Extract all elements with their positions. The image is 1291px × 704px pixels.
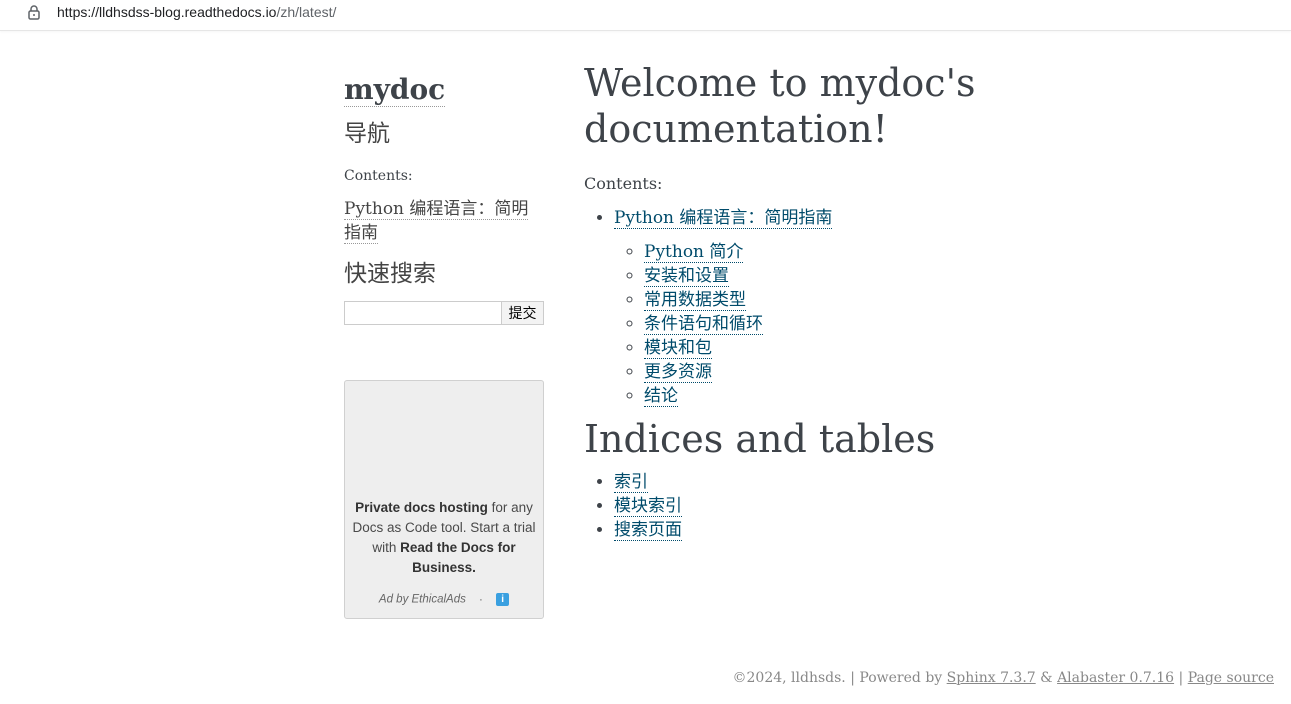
address-bar[interactable]: https://lldhsdss-blog.readthedocs.io/zh/…	[0, 0, 1291, 31]
footer-sep-powered: | Powered by	[845, 670, 947, 686]
ethicalads-box[interactable]: Private docs hosting for any Docs as Cod…	[344, 380, 544, 619]
indices-item: 索引	[614, 470, 1224, 494]
ad-footer: Ad by EthicalAds · i	[345, 593, 543, 606]
toc-link-conditionals-loops[interactable]: 条件语句和循环	[644, 314, 763, 335]
search-input[interactable]	[344, 301, 502, 325]
indices-heading: Indices and tables	[584, 417, 936, 461]
search-form: 提交	[344, 301, 544, 325]
toc-subitem: 条件语句和循环	[644, 312, 1224, 336]
search-submit-button[interactable]: 提交	[502, 301, 544, 325]
search-page-link[interactable]: 搜索页面	[614, 520, 682, 541]
toc-link-data-types[interactable]: 常用数据类型	[644, 290, 746, 311]
sidebar: mydoc 导航 Contents: Python 编程语言：简明指南 快速搜索…	[344, 72, 544, 325]
toc-subitem: 安装和设置	[644, 264, 1224, 288]
url-path: /zh/latest/	[276, 4, 337, 20]
footer-amp: &	[1035, 670, 1058, 686]
sidebar-contents-caption: Contents:	[344, 168, 413, 184]
ad-by-link[interactable]: Ad by EthicalAds	[379, 594, 466, 606]
lock-icon[interactable]	[27, 4, 41, 20]
toc-link-python-intro[interactable]: Python 简介	[644, 242, 744, 263]
ad-text[interactable]: Private docs hosting for any Docs as Cod…	[351, 498, 537, 578]
search-heading: 快速搜索	[344, 261, 436, 287]
toc-subitem: Python 简介	[644, 240, 1224, 264]
alabaster-link[interactable]: Alabaster 0.7.16	[1057, 670, 1174, 686]
toc-link-modules-packages[interactable]: 模块和包	[644, 338, 712, 359]
footer-copyright: ©2024, lldhsds.	[732, 670, 846, 686]
url-host: https://lldhsdss-blog.readthedocs.io	[57, 4, 277, 20]
sidebar-nav-link[interactable]: Python 编程语言：简明指南	[344, 197, 544, 245]
ad-bold-2: Read the Docs for Business.	[400, 540, 516, 575]
contents-caption: Contents:	[584, 174, 663, 193]
toc-subitem: 结论	[644, 384, 1224, 408]
site-logo-link[interactable]: mydoc	[344, 74, 446, 107]
footer-sep: |	[1174, 670, 1188, 686]
footer: ©2024, lldhsds. | Powered by Sphinx 7.3.…	[733, 670, 1274, 686]
toc-subitem: 模块和包	[644, 336, 1224, 360]
indices-item: 模块索引	[614, 494, 1224, 518]
toc-link-python-guide[interactable]: Python 编程语言：简明指南	[614, 208, 833, 229]
indices-item: 搜索页面	[614, 518, 1224, 542]
indices-list: 索引 模块索引 搜索页面	[584, 470, 1224, 542]
ad-separator: ·	[479, 593, 483, 606]
toc-subitem: 更多资源	[644, 360, 1224, 384]
sidebar-nav-link-label: Python 编程语言：简明指南	[344, 199, 529, 244]
info-icon[interactable]: i	[496, 593, 510, 606]
toc-link-install-setup[interactable]: 安装和设置	[644, 266, 729, 287]
toc-list: Python 编程语言：简明指南 Python 简介 安装和设置 常用数据类型 …	[584, 206, 1224, 408]
ad-bold-1: Private docs hosting	[355, 500, 488, 515]
modindex-link[interactable]: 模块索引	[614, 496, 682, 517]
main-content: Welcome to mydoc's documentation! Conten…	[584, 60, 1224, 542]
genindex-link[interactable]: 索引	[614, 472, 648, 493]
sphinx-link[interactable]: Sphinx 7.3.7	[947, 670, 1036, 686]
toc-item: Python 编程语言：简明指南 Python 简介 安装和设置 常用数据类型 …	[614, 206, 1224, 408]
nav-heading: 导航	[344, 121, 390, 147]
page-title: Welcome to mydoc's documentation!	[584, 61, 976, 151]
toc-link-conclusion[interactable]: 结论	[644, 386, 678, 407]
page-source-link[interactable]: Page source	[1188, 670, 1274, 686]
url-text[interactable]: https://lldhsdss-blog.readthedocs.io/zh/…	[57, 4, 336, 20]
toc-sublist: Python 简介 安装和设置 常用数据类型 条件语句和循环 模块和包 更多资源…	[614, 240, 1224, 408]
toc-link-more-resources[interactable]: 更多资源	[644, 362, 712, 383]
toc-subitem: 常用数据类型	[644, 288, 1224, 312]
